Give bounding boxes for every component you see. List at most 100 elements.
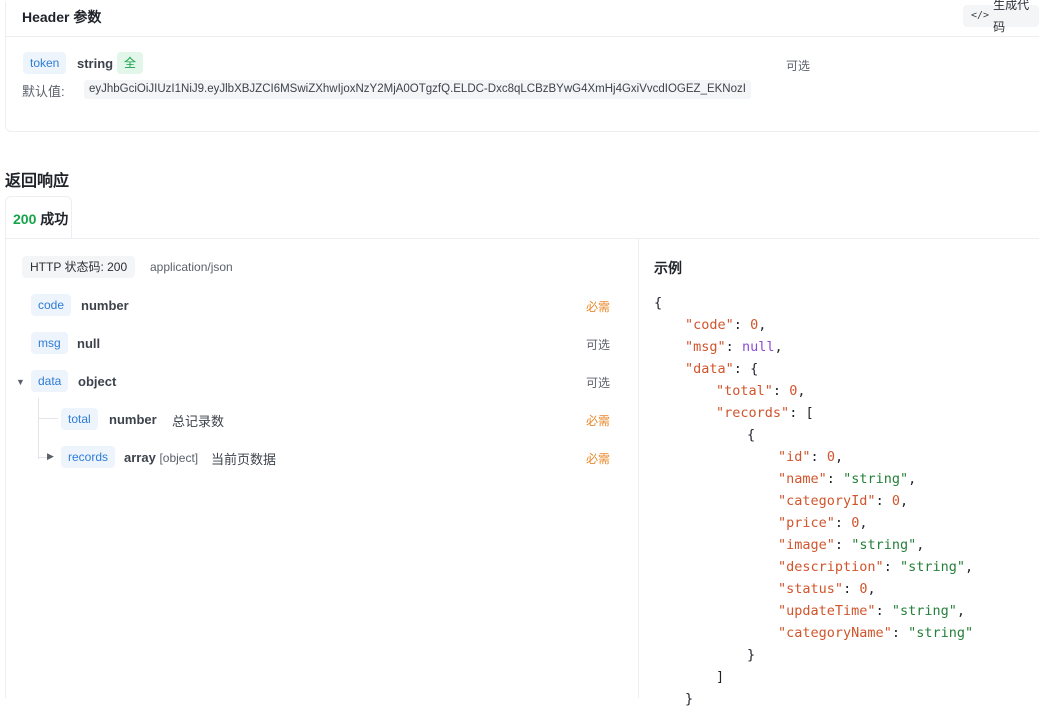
code-line: } xyxy=(654,644,973,666)
code-value: "string" xyxy=(908,625,974,641)
code-key: id xyxy=(786,449,803,465)
code-line: "records": [ xyxy=(716,405,814,421)
field-desc-records: 当前页数据 xyxy=(211,452,277,467)
code-line: ] xyxy=(654,666,973,688)
field-type-records: array [object] xyxy=(124,450,198,465)
code-line: } xyxy=(654,688,973,710)
field-type-data: object xyxy=(78,374,117,389)
code-punct: , xyxy=(797,383,806,399)
field-type-total: number xyxy=(109,412,157,427)
tree-connector xyxy=(38,418,58,419)
code-key: categoryId xyxy=(786,493,868,509)
code-value: null xyxy=(741,339,775,355)
field-required-data: 可选 xyxy=(586,376,611,390)
code-punct: , xyxy=(916,537,925,553)
default-label: 默认值: xyxy=(22,84,65,99)
example-json-code: {"code": 0, "msg": null, "data": {"total":… xyxy=(654,292,973,710)
code-punct: , xyxy=(867,581,876,597)
field-name-code: code xyxy=(31,294,72,316)
code-line: "image": "string", xyxy=(778,537,925,553)
code-line: "msg": null, xyxy=(685,339,783,355)
code-key: records xyxy=(724,405,782,421)
code-key: code xyxy=(693,317,726,333)
code-key: status xyxy=(786,581,835,597)
code-value: "string" xyxy=(899,559,965,575)
field-type-msg: null xyxy=(77,336,101,351)
code-line: "categoryName": "string" xyxy=(778,625,974,641)
tab-status-code: 200 xyxy=(13,211,37,227)
field-desc-total: 总记录数 xyxy=(172,414,225,429)
tab-200-label[interactable]: 200 成功 xyxy=(13,209,68,229)
code-line: "name": "string", xyxy=(778,471,917,487)
field-required-code: 必需 xyxy=(586,300,611,314)
code-line: { xyxy=(654,424,973,446)
code-punct: , xyxy=(908,471,917,487)
code-punct: , xyxy=(964,559,974,575)
caret-right-icon[interactable]: ▶ xyxy=(47,451,54,462)
field-name-msg: msg xyxy=(31,332,68,354)
code-punct: , xyxy=(758,317,767,333)
code-line: { xyxy=(654,292,973,314)
code-key: data xyxy=(693,361,726,377)
code-punct: , xyxy=(774,339,783,355)
code-line: "data": { xyxy=(685,361,759,377)
code-key: total xyxy=(724,383,765,399)
code-value: "string" xyxy=(843,471,909,487)
header-params-title: Header 参数 xyxy=(22,9,102,25)
code-line: "status": 0, xyxy=(778,581,876,597)
code-value: "string" xyxy=(891,603,957,619)
code-value: 0 xyxy=(891,493,900,509)
param-required: 可选 xyxy=(786,59,811,73)
code-punct: , xyxy=(859,515,868,531)
code-bracket: ] xyxy=(716,669,725,685)
code-key: image xyxy=(786,537,827,553)
code-line: "description": "string", xyxy=(778,559,974,575)
field-type-records-extra: [object] xyxy=(159,451,199,465)
code-key: name xyxy=(786,471,819,487)
param-badge: 全 xyxy=(117,52,144,74)
caret-down-icon[interactable]: ▼ xyxy=(16,377,25,387)
code-punct: { xyxy=(750,361,759,377)
generate-code-label: 生成代码 xyxy=(993,0,1030,34)
content-type: application/json xyxy=(150,260,233,274)
response-title: 返回响应 xyxy=(5,173,70,190)
code-key: price xyxy=(786,515,827,531)
param-type: string xyxy=(77,56,114,71)
tab-divider xyxy=(5,238,1039,239)
code-icon: </> xyxy=(971,10,990,21)
code-value: 0 xyxy=(826,449,835,465)
field-type-code: number xyxy=(81,298,129,313)
generate-code-button[interactable]: </> 生成代码 xyxy=(963,0,1039,34)
code-key: categoryName xyxy=(786,625,884,641)
code-punct: [ xyxy=(805,405,814,421)
field-name-records: records xyxy=(61,446,116,468)
field-type-records-main: array xyxy=(124,450,156,465)
http-status-badge: HTTP 状态码: 200 xyxy=(22,256,136,278)
default-value: eyJhbGciOiJIUzI1NiJ9.eyJlbXBJZCI6MSwiZXh… xyxy=(84,80,751,99)
code-key: msg xyxy=(693,339,718,355)
code-punct: , xyxy=(834,449,844,465)
code-line: "id": 0, xyxy=(778,449,844,465)
field-required-msg: 可选 xyxy=(586,338,611,352)
field-required-total: 必需 xyxy=(586,414,611,428)
code-bracket: { xyxy=(747,427,756,443)
code-line: "categoryId": 0, xyxy=(778,493,909,509)
code-line: "updateTime": "string", xyxy=(778,603,965,619)
tab-status-text: 成功 xyxy=(40,211,69,227)
param-name-token: token xyxy=(23,52,67,74)
code-punct: , xyxy=(956,603,965,619)
code-line: "total": 0, xyxy=(716,383,806,399)
example-title: 示例 xyxy=(654,260,682,276)
panel-divider xyxy=(638,238,639,698)
code-key: updateTime xyxy=(786,603,868,619)
field-required-records: 必需 xyxy=(586,452,611,466)
field-name-total: total xyxy=(61,408,98,430)
header-params-bar xyxy=(6,0,1039,37)
field-name-data: data xyxy=(31,370,69,392)
code-punct: , xyxy=(899,493,909,509)
code-line: "price": 0, xyxy=(778,515,868,531)
code-bracket: } xyxy=(747,647,756,663)
response-left-border xyxy=(5,238,6,698)
code-value: "string" xyxy=(851,537,917,553)
code-key: description xyxy=(786,559,876,575)
